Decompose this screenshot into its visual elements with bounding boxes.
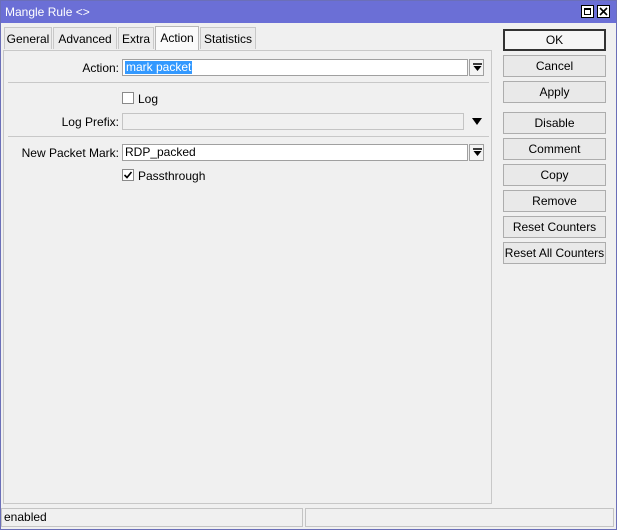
apply-button[interactable]: Apply (503, 81, 606, 103)
mangle-rule-window: Mangle Rule <> General Advanced Extra Ac… (0, 0, 617, 530)
action-dropdown-button[interactable] (469, 59, 484, 76)
chevron-down-icon (473, 148, 482, 156)
tab-extra[interactable]: Extra (118, 27, 154, 49)
action-tab-panel: Action: mark packet Log Log Prefix: New … (3, 50, 492, 504)
tab-statistics[interactable]: Statistics (200, 27, 256, 49)
checkmark-icon (123, 171, 133, 179)
passthrough-label: Passthrough (138, 169, 206, 183)
tab-advanced[interactable]: Advanced (53, 27, 117, 49)
log-prefix-dropdown-button[interactable] (470, 113, 484, 130)
separator (8, 136, 489, 137)
tab-action[interactable]: Action (155, 26, 199, 50)
new-packet-mark-dropdown-button[interactable] (469, 144, 484, 161)
action-select[interactable]: mark packet (122, 59, 468, 76)
cancel-button[interactable]: Cancel (503, 55, 606, 77)
window-title: Mangle Rule <> (5, 5, 90, 19)
separator (8, 82, 489, 83)
log-prefix-input[interactable] (122, 113, 464, 130)
reset-all-counters-button[interactable]: Reset All Counters (503, 242, 606, 264)
triangle-down-icon (472, 118, 482, 125)
copy-button[interactable]: Copy (503, 164, 606, 186)
ok-button[interactable]: OK (503, 29, 606, 51)
status-text: enabled (1, 508, 303, 527)
status-cell-empty (305, 508, 614, 527)
reset-counters-button[interactable]: Reset Counters (503, 216, 606, 238)
action-value: mark packet (125, 60, 193, 74)
log-checkbox[interactable] (122, 92, 134, 104)
passthrough-checkbox[interactable] (122, 169, 134, 181)
new-packet-mark-input[interactable]: RDP_packed (122, 144, 468, 161)
log-prefix-label: Log Prefix: (61, 115, 119, 129)
close-icon[interactable] (597, 5, 610, 18)
maximize-icon[interactable] (581, 5, 594, 18)
action-label: Action: (82, 61, 119, 75)
tab-general[interactable]: General (4, 27, 52, 49)
title-bar[interactable]: Mangle Rule <> (1, 1, 616, 23)
remove-button[interactable]: Remove (503, 190, 606, 212)
comment-button[interactable]: Comment (503, 138, 606, 160)
status-bar: enabled (1, 508, 616, 529)
new-packet-mark-label: New Packet Mark: (21, 146, 119, 160)
disable-button[interactable]: Disable (503, 112, 606, 134)
log-label: Log (138, 92, 159, 106)
chevron-down-icon (473, 63, 482, 71)
